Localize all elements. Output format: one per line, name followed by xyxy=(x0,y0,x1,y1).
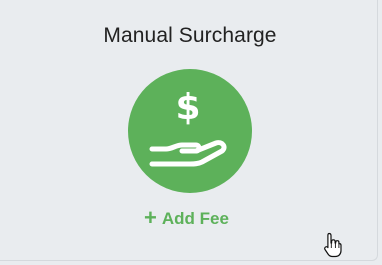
hand-dollar-icon: $ xyxy=(128,69,252,193)
plus-icon: + xyxy=(144,205,157,230)
hand-pointer-cursor xyxy=(324,232,342,258)
svg-text:$: $ xyxy=(175,87,200,128)
surcharge-card: Manual Surcharge $ + Add Fee xyxy=(0,0,378,261)
add-fee-button[interactable]: + Add Fee xyxy=(144,205,229,230)
card-title: Manual Surcharge xyxy=(103,24,277,47)
add-fee-label: Add Fee xyxy=(161,209,229,228)
